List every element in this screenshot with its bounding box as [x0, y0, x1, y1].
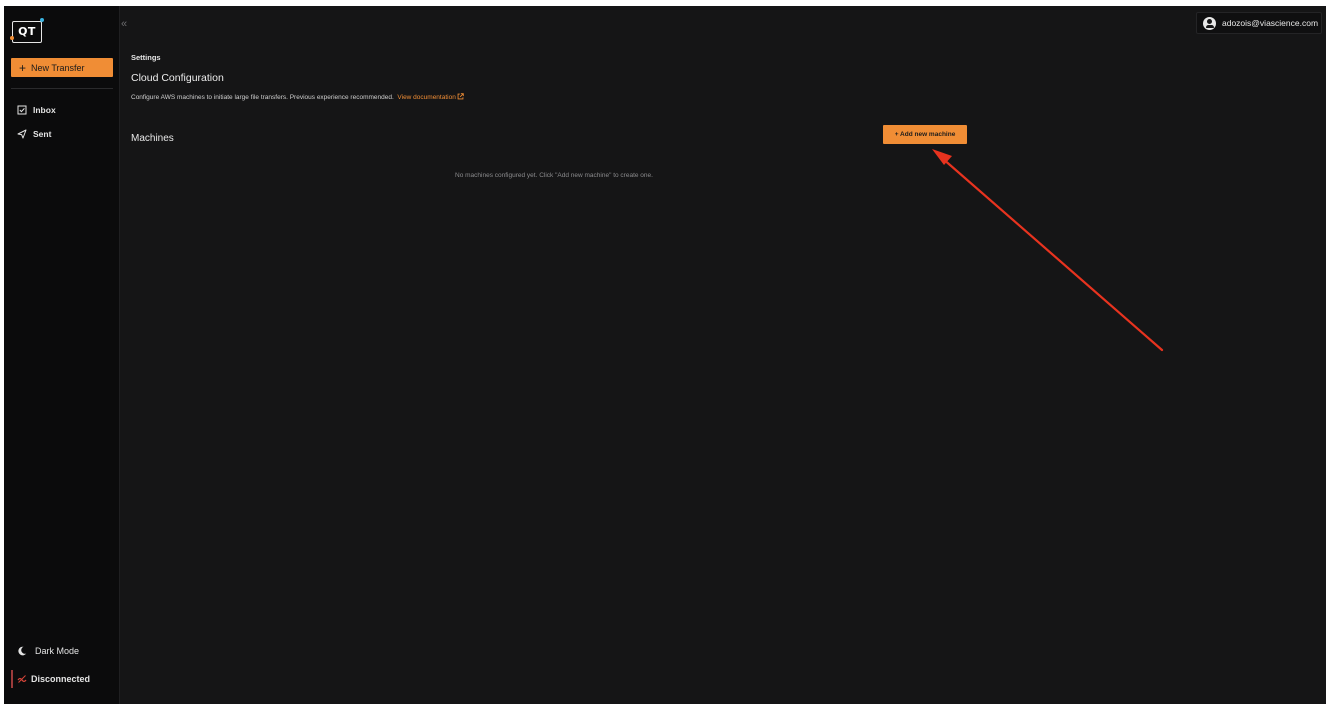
user-menu[interactable]: adozois@viascience.com	[1196, 12, 1322, 34]
empty-machines-message: No machines configured yet. Click "Add n…	[455, 172, 653, 179]
inbox-icon	[17, 105, 27, 115]
sidebar-divider	[11, 88, 113, 89]
page-title: Cloud Configuration	[131, 72, 224, 84]
view-documentation-link[interactable]: View documentation	[397, 93, 464, 101]
page-description: Configure AWS machines to initiate large…	[131, 93, 464, 101]
breadcrumb: Settings	[131, 53, 161, 62]
collapse-sidebar-icon[interactable]: «	[121, 18, 131, 30]
connection-status: Disconnected	[17, 674, 90, 684]
user-email: adozois@viascience.com	[1222, 18, 1319, 28]
machines-heading: Machines	[131, 133, 174, 144]
annotation-arrow	[932, 149, 1164, 352]
logo-dot-orange	[10, 36, 14, 40]
add-new-machine-button[interactable]: + Add new machine	[883, 125, 967, 144]
dark-mode-toggle[interactable]: Dark Mode	[17, 646, 79, 656]
plus-icon: +	[19, 60, 27, 75]
user-avatar-icon	[1203, 16, 1216, 30]
app-window: QT + New Transfer Inbox Sent Dark Mode D…	[4, 6, 1326, 704]
send-icon	[17, 129, 27, 139]
sidebar-item-inbox[interactable]: Inbox	[17, 103, 56, 117]
moon-icon	[18, 646, 27, 656]
disconnected-icon	[17, 675, 27, 683]
sidebar-item-sent[interactable]: Sent	[17, 127, 51, 141]
sidebar: QT + New Transfer Inbox Sent Dark Mode D…	[4, 6, 120, 704]
connection-status-bar	[11, 670, 13, 688]
external-link-icon	[457, 93, 464, 100]
qt-logo[interactable]: QT	[10, 18, 44, 43]
logo-dot-blue	[40, 18, 44, 22]
new-transfer-button[interactable]: + New Transfer	[11, 58, 113, 77]
